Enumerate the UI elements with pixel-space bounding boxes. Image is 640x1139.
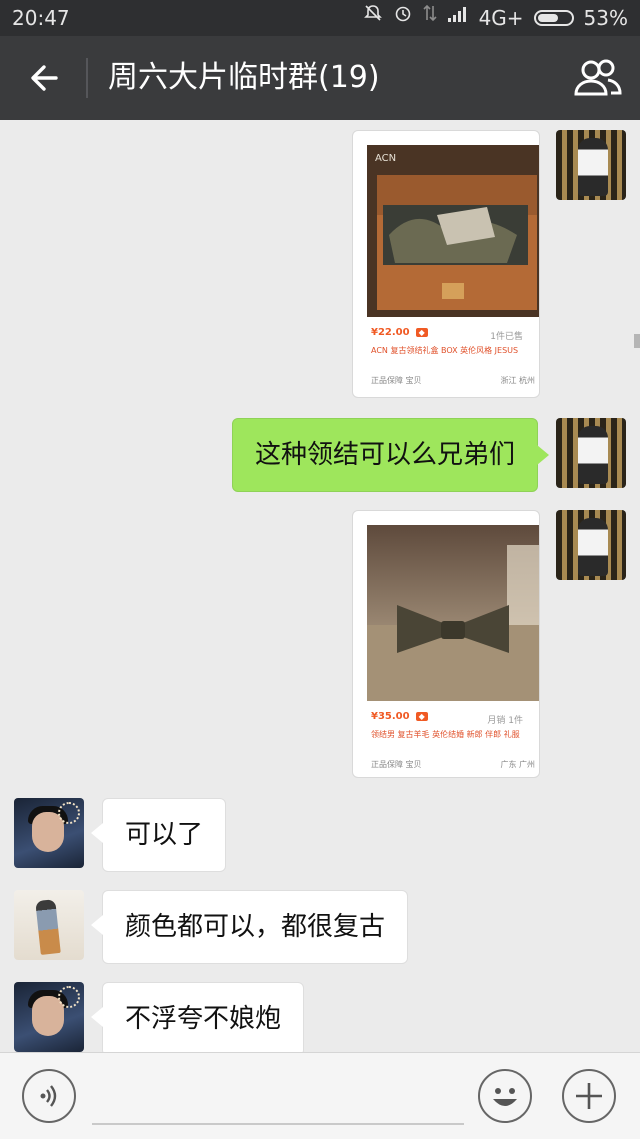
avatar[interactable]	[14, 890, 84, 960]
network-type: 4G+	[478, 6, 524, 30]
product-meta: 正品保障 宝贝 浙江 杭州	[371, 375, 535, 386]
plus-icon[interactable]	[562, 1069, 616, 1123]
message-list[interactable]: ACN ¥22.00 ◆ 1件已售 ACN 复古领结礼盒 BOX 英伦风格 JE…	[0, 120, 640, 1052]
input-underline	[92, 1123, 464, 1125]
status-bar: 20:47 4G+ 53%	[0, 0, 640, 36]
product-sold: 月销 1件	[487, 716, 523, 726]
message-bubble-incoming[interactable]: 颜色都可以，都很复古	[90, 890, 409, 964]
meta-left: 正品保障 宝贝	[371, 376, 422, 385]
meta-left: 正品保障 宝贝	[371, 760, 422, 769]
message-input[interactable]	[92, 1073, 468, 1123]
status-icons: 4G+ 53%	[363, 0, 628, 36]
product-desc: 领结男 复古羊毛 英伦结婚 新郎 伴郎 礼服	[371, 730, 520, 739]
header-divider	[86, 58, 88, 98]
alarm-icon	[393, 0, 413, 36]
promo-tag: ◆	[415, 712, 428, 721]
signal-icon	[447, 0, 469, 36]
voice-input-icon[interactable]	[22, 1069, 76, 1123]
avatar[interactable]	[556, 130, 626, 200]
group-members-icon[interactable]	[572, 54, 624, 102]
svg-text:ACN: ACN	[375, 153, 396, 164]
message-bubble-incoming[interactable]: 不浮夸不娘炮	[90, 982, 305, 1052]
promo-tag: ◆	[415, 328, 428, 337]
chat-title: 周六大片临时群(19)	[108, 60, 380, 95]
product-card[interactable]: ¥35.00 ◆ 月销 1件 领结男 复古羊毛 英伦结婚 新郎 伴郎 礼服 正品…	[352, 510, 540, 778]
price-row: ¥22.00 ◆	[371, 327, 428, 338]
scroll-indicator[interactable]	[634, 334, 640, 348]
avatar[interactable]	[556, 510, 626, 580]
data-transfer-icon	[422, 0, 437, 36]
product-image: ACN	[367, 145, 539, 317]
product-meta: 正品保障 宝贝 广东 广州	[371, 759, 535, 770]
avatar[interactable]	[14, 798, 84, 868]
emoji-icon[interactable]	[478, 1069, 532, 1123]
product-image	[367, 525, 539, 701]
mute-icon	[363, 0, 383, 36]
back-arrow-icon[interactable]	[24, 56, 68, 100]
product-sold: 1件已售	[490, 332, 523, 342]
input-bar	[0, 1052, 640, 1139]
product-price: ¥35.00	[371, 711, 410, 722]
message-bubble-incoming[interactable]: 可以了	[90, 798, 227, 872]
status-time: 20:47	[12, 6, 70, 30]
battery-icon	[533, 10, 574, 26]
product-price: ¥22.00	[371, 327, 410, 338]
product-desc: ACN 复古领结礼盒 BOX 英伦风格 JESUS	[371, 346, 519, 355]
avatar[interactable]	[14, 982, 84, 1052]
chat-header: 周六大片临时群(19)	[0, 36, 640, 120]
avatar[interactable]	[556, 418, 626, 488]
message-bubble-outgoing[interactable]: 这种领结可以么兄弟们	[231, 418, 550, 492]
meta-right: 浙江 杭州	[500, 376, 535, 385]
product-card[interactable]: ACN ¥22.00 ◆ 1件已售 ACN 复古领结礼盒 BOX 英伦风格 JE…	[352, 130, 540, 398]
battery-percent: 53%	[583, 6, 628, 30]
price-row: ¥35.00 ◆	[371, 711, 428, 722]
meta-right: 广东 广州	[500, 760, 535, 769]
